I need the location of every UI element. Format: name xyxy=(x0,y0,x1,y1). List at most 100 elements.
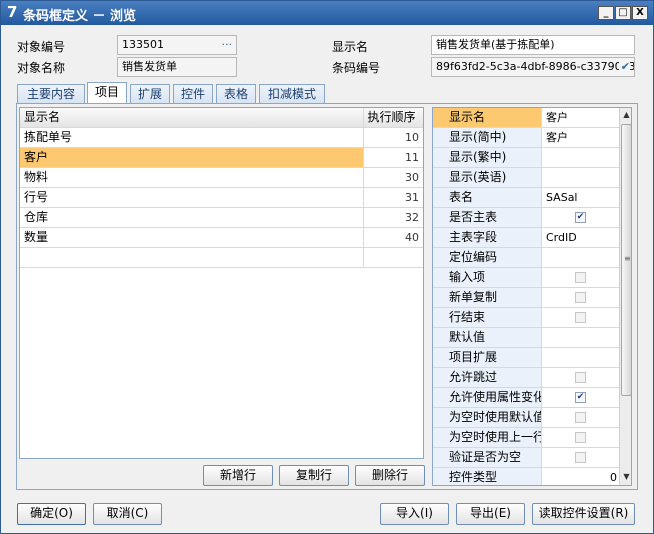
property-value-checkbox[interactable]: ✔ xyxy=(543,208,619,227)
tab-table[interactable]: 表格 xyxy=(216,84,256,104)
checkbox-unchecked[interactable] xyxy=(575,272,586,283)
close-button[interactable]: X xyxy=(632,6,648,20)
property-row[interactable]: 显示名 客户 xyxy=(433,108,619,128)
property-row[interactable]: 显示(繁中) xyxy=(433,148,619,168)
property-value[interactable]: SASal xyxy=(543,188,619,207)
scroll-thumb[interactable]: ≡ xyxy=(621,124,631,396)
tab-items[interactable]: 项目 xyxy=(87,82,127,104)
property-row[interactable]: 允许跳过 xyxy=(433,368,619,388)
checkbox-checked[interactable]: ✔ xyxy=(575,392,586,403)
row-name xyxy=(20,248,364,267)
read-control-settings-button[interactable]: 读取控件设置(R) xyxy=(532,503,635,525)
property-row[interactable]: 为空时使用默认值 xyxy=(433,408,619,428)
property-scrollbar[interactable]: ▲ ≡ ▼ xyxy=(619,108,631,485)
property-value-checkbox[interactable]: ✔ xyxy=(543,388,619,407)
tab-deduct-mode[interactable]: 扣减模式 xyxy=(259,84,325,104)
column-header-display-name[interactable]: 显示名 xyxy=(20,108,364,127)
property-row[interactable]: 表名 SASal xyxy=(433,188,619,208)
table-row[interactable]: 仓库 32 xyxy=(20,208,423,228)
barcode-label: 条码编号 xyxy=(332,61,381,75)
property-value-checkbox[interactable] xyxy=(543,308,619,327)
checkbox-unchecked[interactable] xyxy=(575,312,586,323)
object-code-value: 133501 xyxy=(122,38,164,51)
table-row-selected[interactable]: 客户 11 xyxy=(20,148,423,168)
property-key: 输入项 xyxy=(433,268,542,287)
property-row[interactable]: 项目扩展 xyxy=(433,348,619,368)
property-value[interactable] xyxy=(543,168,619,187)
export-button[interactable]: 导出(E) xyxy=(456,503,525,525)
property-value[interactable] xyxy=(543,328,619,347)
table-row[interactable]: 行号 31 xyxy=(20,188,423,208)
property-row[interactable]: 默认值 xyxy=(433,328,619,348)
checkbox-checked[interactable]: ✔ xyxy=(575,212,586,223)
property-row[interactable]: 行结束 xyxy=(433,308,619,328)
lookup-icon[interactable]: ··· xyxy=(222,36,233,54)
property-row[interactable]: 主表字段 CrdID xyxy=(433,228,619,248)
barcode-field[interactable]: 89f63fd2-5c3a-4dbf-8986-c33790d3e ✔ xyxy=(431,57,635,77)
table-row[interactable]: 数量 40 xyxy=(20,228,423,248)
property-row[interactable]: 输入项 xyxy=(433,268,619,288)
property-key: 表名 xyxy=(433,188,542,207)
property-row[interactable]: 新单复制 xyxy=(433,288,619,308)
object-code-field[interactable]: 133501 ··· xyxy=(117,35,237,55)
import-button[interactable]: 导入(I) xyxy=(380,503,449,525)
property-row[interactable]: 允许使用属性变化 ✔ xyxy=(433,388,619,408)
column-header-order[interactable]: 执行顺序 xyxy=(364,108,423,127)
maximize-button[interactable]: □ xyxy=(615,6,631,20)
table-row[interactable]: 物料 30 xyxy=(20,168,423,188)
property-value[interactable]: 客户 xyxy=(543,128,619,147)
property-key: 项目扩展 xyxy=(433,348,542,367)
property-value[interactable]: CrdID xyxy=(543,228,619,247)
property-grid[interactable]: 显示名 客户 显示(简中) 客户 显示(繁中) 显示(英语) 表名 SASal … xyxy=(432,107,632,486)
checkbox-unchecked[interactable] xyxy=(575,372,586,383)
property-value[interactable] xyxy=(543,248,619,267)
tab-main[interactable]: 主要内容 xyxy=(17,84,85,104)
property-key: 显示(简中) xyxy=(433,128,542,147)
check-icon: ✔ xyxy=(618,58,630,76)
checkbox-unchecked[interactable] xyxy=(575,292,586,303)
delete-row-button[interactable]: 删除行 xyxy=(355,465,425,486)
minimize-button[interactable]: _ xyxy=(598,6,614,20)
add-row-button[interactable]: 新增行 xyxy=(203,465,273,486)
tab-controls[interactable]: 控件 xyxy=(173,84,213,104)
property-value-checkbox[interactable] xyxy=(543,368,619,387)
property-row[interactable]: 控件类型 0 xyxy=(433,468,619,485)
row-name: 行号 xyxy=(20,188,364,207)
display-name-label: 显示名 xyxy=(332,40,369,54)
title-bar[interactable]: 7 条码框定义 － 浏览 _ □ X xyxy=(1,1,653,25)
table-row-new[interactable] xyxy=(20,248,423,268)
property-value[interactable]: 客户 xyxy=(543,108,619,127)
property-value[interactable]: 0 xyxy=(543,468,619,485)
checkbox-unchecked[interactable] xyxy=(575,452,586,463)
property-value[interactable] xyxy=(543,348,619,367)
property-value-checkbox[interactable] xyxy=(543,448,619,467)
display-name-field[interactable]: 销售发货单(基于拣配单) xyxy=(431,35,635,55)
property-row[interactable]: 为空时使用上一行 xyxy=(433,428,619,448)
tab-extension[interactable]: 扩展 xyxy=(130,84,170,104)
dialog-window: 7 条码框定义 － 浏览 _ □ X 对象编号 133501 ··· 对象名称 … xyxy=(0,0,654,534)
property-value[interactable] xyxy=(543,148,619,167)
property-row[interactable]: 定位编码 xyxy=(433,248,619,268)
ok-button[interactable]: 确定(O) xyxy=(17,503,86,525)
checkbox-unchecked[interactable] xyxy=(575,412,586,423)
property-value-checkbox[interactable] xyxy=(543,408,619,427)
checkbox-unchecked[interactable] xyxy=(575,432,586,443)
object-name-field[interactable]: 销售发货单 xyxy=(117,57,237,77)
property-value-checkbox[interactable] xyxy=(543,428,619,447)
property-value-checkbox[interactable] xyxy=(543,288,619,307)
cancel-button[interactable]: 取消(C) xyxy=(93,503,162,525)
items-grid[interactable]: 显示名 执行顺序 拣配单号 10 客户 11 物料 30 行号 31 仓库 32… xyxy=(19,107,424,459)
property-row[interactable]: 是否主表 ✔ xyxy=(433,208,619,228)
property-row[interactable]: 显示(英语) xyxy=(433,168,619,188)
barcode-value: 89f63fd2-5c3a-4dbf-8986-c33790d3e xyxy=(436,60,635,73)
copy-row-button[interactable]: 复制行 xyxy=(279,465,349,486)
object-name-label: 对象名称 xyxy=(17,61,66,75)
scroll-down-icon[interactable]: ▼ xyxy=(620,470,631,484)
row-order: 30 xyxy=(405,171,419,184)
table-row[interactable]: 拣配单号 10 xyxy=(20,128,423,148)
scroll-up-icon[interactable]: ▲ xyxy=(620,108,631,122)
property-row[interactable]: 验证是否为空 xyxy=(433,448,619,468)
property-value-checkbox[interactable] xyxy=(543,268,619,287)
row-name: 仓库 xyxy=(20,208,364,227)
property-row[interactable]: 显示(简中) 客户 xyxy=(433,128,619,148)
